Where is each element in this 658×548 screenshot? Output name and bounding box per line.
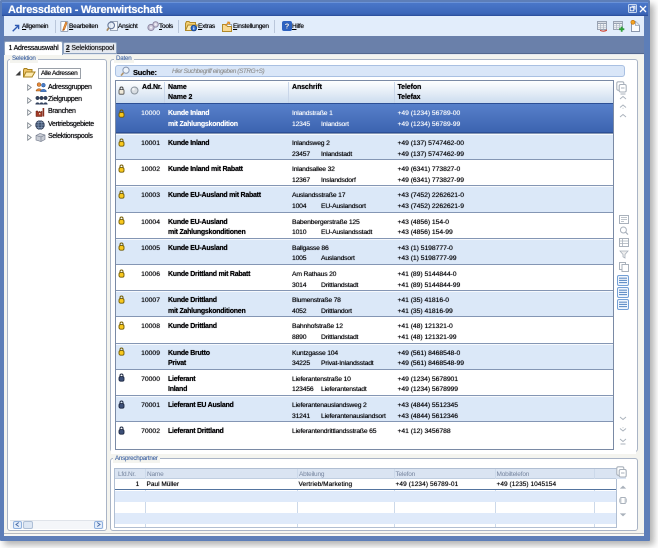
svg-text:?: ?	[285, 22, 290, 31]
